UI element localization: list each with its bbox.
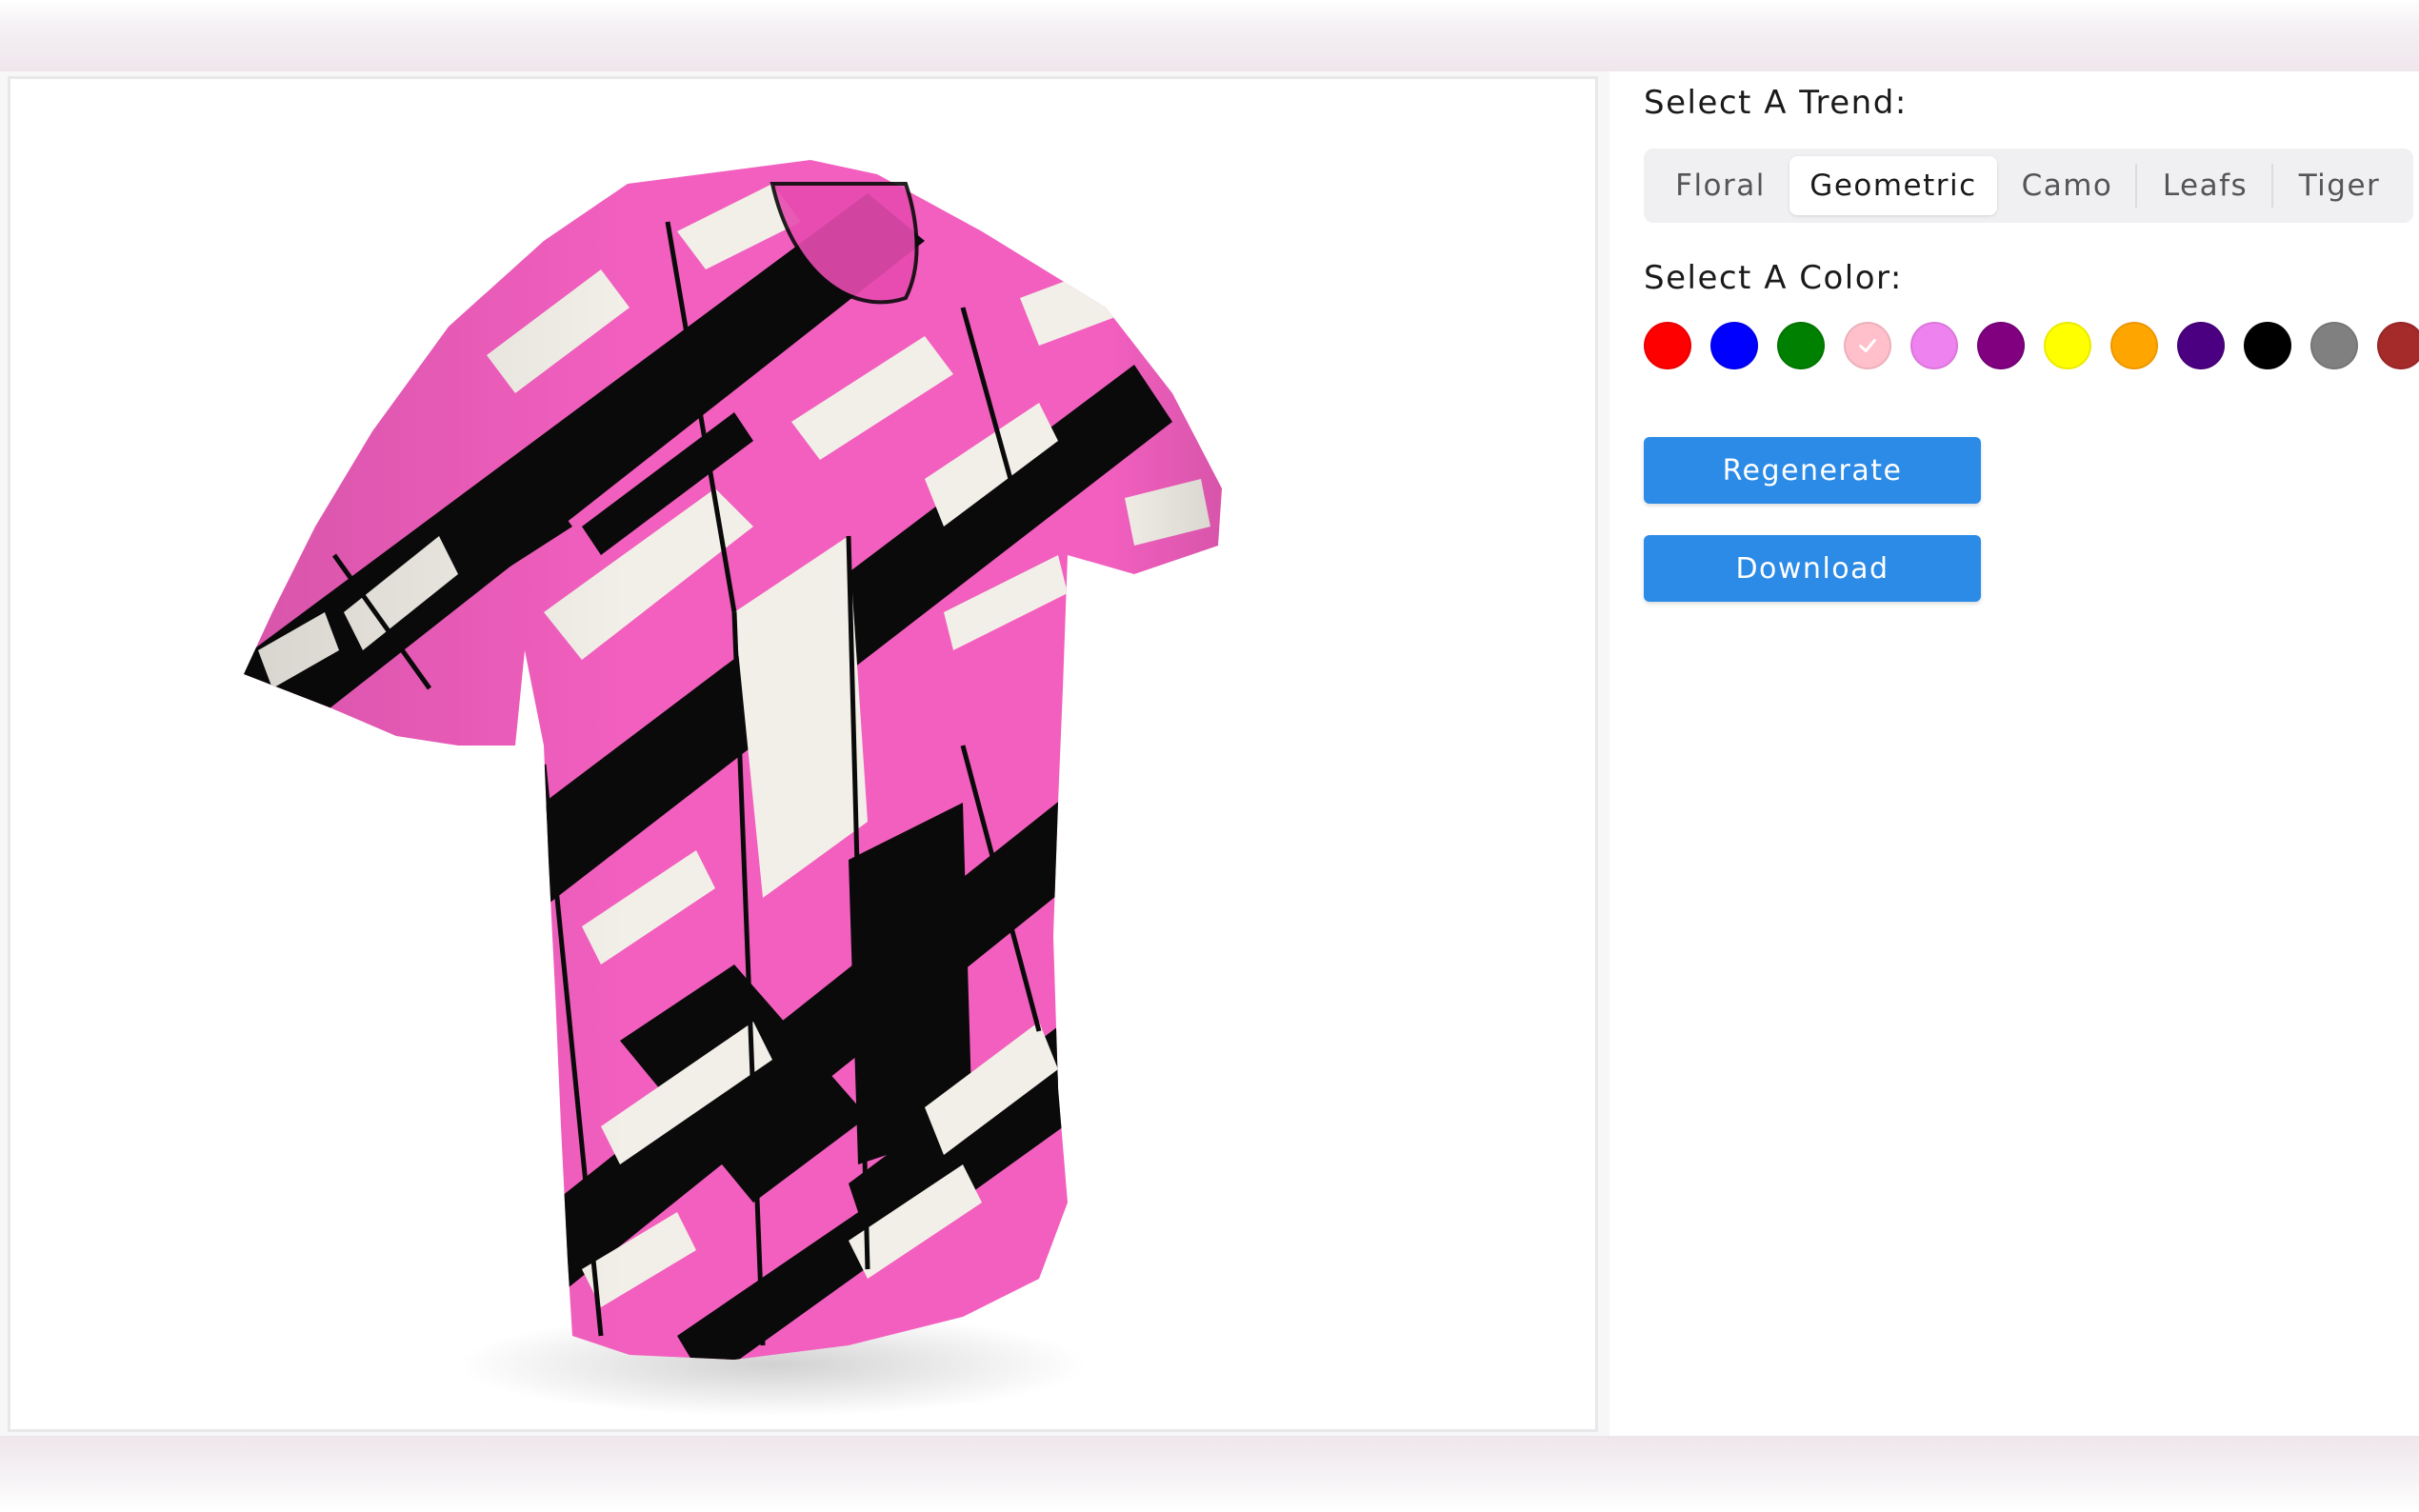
trend-tab-label: Tiger	[2298, 169, 2381, 203]
shirt-pattern	[244, 160, 1222, 1360]
color-swatch-indigo[interactable]	[2177, 322, 2225, 369]
trend-tab-label: Floral	[1675, 169, 1766, 203]
color-swatch-blue[interactable]	[1710, 322, 1758, 369]
color-swatch-orange[interactable]	[2110, 322, 2158, 369]
shirt-3d-viewer[interactable]	[8, 76, 1598, 1432]
trend-section-label: Select A Trend:	[1644, 84, 1908, 122]
color-swatch-brown[interactable]	[2377, 322, 2419, 369]
color-swatch-red[interactable]	[1644, 322, 1691, 369]
regenerate-button[interactable]: Regenerate	[1644, 437, 1981, 504]
checkmark-icon	[1859, 339, 1876, 352]
color-swatch-yellow[interactable]	[2044, 322, 2091, 369]
tshirt-render	[244, 160, 1222, 1417]
color-swatch-gray[interactable]	[2310, 322, 2358, 369]
trend-tab-label: Camo	[2021, 169, 2113, 203]
trend-tab-floral[interactable]: Floral	[1651, 156, 1789, 215]
color-section-label: Select A Color:	[1644, 259, 1903, 297]
trend-tab-label: Geometric	[1809, 169, 1977, 203]
color-swatch-violet[interactable]	[1910, 322, 1958, 369]
trend-tab-group: Floral Geometric Camo Leafs Tiger	[1644, 149, 2413, 223]
trend-tab-geometric[interactable]: Geometric	[1789, 156, 1997, 215]
color-swatch-black[interactable]	[2244, 322, 2291, 369]
color-swatch-pink[interactable]	[1844, 322, 1891, 369]
bottom-backdrop	[0, 1436, 2419, 1512]
color-swatch-row	[1644, 322, 2419, 369]
color-swatch-purple[interactable]	[1977, 322, 2025, 369]
top-backdrop	[0, 0, 2419, 71]
trend-tab-tiger[interactable]: Tiger	[2273, 156, 2406, 215]
color-swatch-green[interactable]	[1777, 322, 1825, 369]
trend-tab-leafs[interactable]: Leafs	[2137, 156, 2273, 215]
trend-tab-camo[interactable]: Camo	[1997, 156, 2137, 215]
trend-tab-label: Leafs	[2162, 169, 2249, 203]
download-button[interactable]: Download	[1644, 535, 1981, 602]
